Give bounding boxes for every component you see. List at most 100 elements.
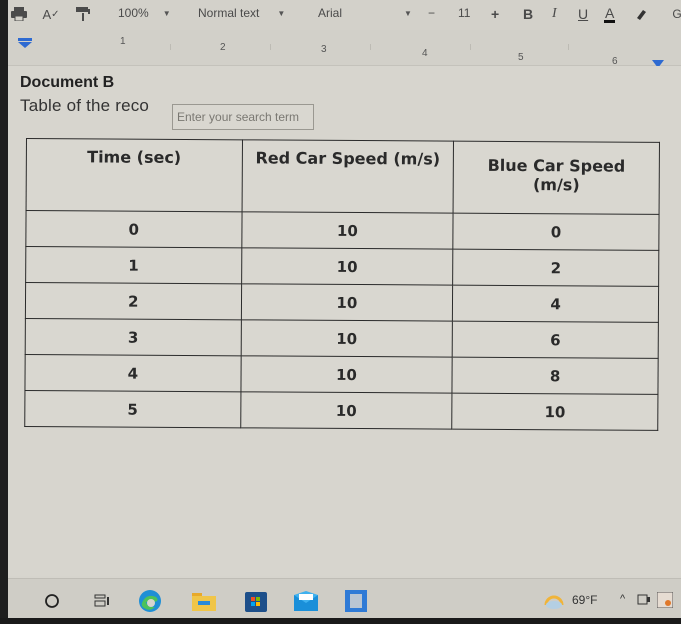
table-row: 0 10 0	[25, 210, 660, 251]
cell-blue-speed: 10	[451, 393, 658, 431]
ruler-number: 3	[321, 44, 327, 55]
italic-button[interactable]: I	[552, 6, 557, 22]
font-size-input[interactable]: 11	[458, 6, 470, 20]
link-button[interactable]: G	[668, 6, 681, 22]
ruler-number: 1	[120, 36, 126, 47]
ruler-number: 4	[422, 48, 428, 59]
ruler-tick	[568, 44, 569, 50]
table-row: 5 10 10	[24, 390, 658, 431]
cell-time: 3	[25, 318, 241, 356]
cell-red-speed: 10	[240, 319, 453, 358]
photo-app-button[interactable]	[344, 589, 368, 613]
cell-blue-speed: 0	[453, 213, 660, 251]
task-view-button[interactable]	[90, 589, 114, 613]
photo-app-icon	[345, 590, 367, 612]
increase-font-size-button[interactable]: +	[491, 6, 499, 22]
bold-button[interactable]: B	[523, 6, 533, 22]
ruler[interactable]: 1 2 3 4 5 6	[8, 30, 681, 68]
indent-marker-icon[interactable]	[18, 38, 32, 48]
bold-icon: B	[523, 6, 534, 22]
partly-cloudy-icon	[544, 595, 564, 609]
document-title: Document B	[20, 74, 115, 91]
table-row: 2 10 4	[25, 282, 659, 323]
font-size-value: 11	[458, 6, 471, 20]
paint-format-button[interactable]	[74, 6, 92, 22]
document-page: Document B Table of the reco Time (sec) …	[8, 66, 681, 576]
print-button[interactable]	[10, 6, 28, 22]
search-button[interactable]	[40, 589, 64, 613]
screen-bezel-bottom	[0, 618, 681, 624]
ruler-tick	[170, 44, 171, 50]
cell-blue-speed: 2	[452, 249, 659, 287]
edge-icon	[139, 590, 161, 612]
weather-temperature[interactable]: 69°F	[572, 593, 597, 607]
font-select[interactable]: Arial ▼	[318, 6, 412, 20]
cell-blue-speed: 8	[452, 357, 659, 395]
show-hidden-icons-chevron-up-icon[interactable]: ^	[620, 593, 625, 605]
ruler-number: 2	[220, 42, 226, 53]
print-icon	[10, 6, 28, 22]
mail-icon	[294, 591, 318, 611]
file-explorer-icon	[192, 593, 216, 611]
header-red-car-speed: Red Car Speed (m/s)	[241, 139, 454, 214]
text-color-icon: A	[604, 5, 616, 23]
table-row: 4 10 8	[24, 354, 659, 395]
notification-app-button[interactable]	[656, 591, 674, 609]
highlight-pen-icon	[632, 6, 650, 22]
ruler-number: 5	[518, 52, 524, 63]
decrease-font-size-button[interactable]: −	[428, 6, 435, 20]
plus-icon: +	[491, 6, 500, 22]
chevron-down-icon: ▼	[162, 8, 171, 18]
speed-table: Time (sec) Red Car Speed (m/s) Blue Car …	[24, 138, 660, 431]
document-subtitle: Table of the reco	[20, 96, 150, 115]
cell-time: 5	[24, 390, 241, 428]
zoom-select[interactable]: 100% ▼	[118, 6, 171, 20]
cell-time: 0	[25, 210, 242, 248]
mail-button[interactable]	[294, 589, 318, 613]
chevron-down-icon: ▼	[277, 8, 286, 18]
meet-now-button[interactable]	[636, 591, 652, 607]
underline-button[interactable]: U	[578, 6, 588, 22]
minus-icon: −	[428, 6, 436, 20]
paint-format-icon	[74, 6, 92, 22]
text-color-button[interactable]: A	[604, 5, 616, 23]
cell-blue-speed: 6	[452, 321, 659, 359]
cell-time: 2	[25, 282, 242, 320]
table-row: 1 10 2	[25, 246, 659, 287]
spellcheck-icon: A ✓	[42, 6, 60, 22]
chevron-down-icon: ▼	[404, 8, 412, 18]
ruler-tick	[370, 44, 371, 50]
underline-icon: U	[578, 6, 589, 22]
cell-red-speed: 10	[240, 283, 453, 322]
file-explorer-button[interactable]	[192, 589, 216, 613]
cell-blue-speed: 4	[452, 285, 659, 323]
ruler-tick	[270, 44, 271, 50]
header-blue-car-speed: Blue Car Speed (m/s)	[453, 141, 660, 215]
font-value: Arial	[318, 6, 343, 20]
header-time: Time (sec)	[26, 138, 243, 212]
spellcheck-button[interactable]: A ✓	[42, 6, 60, 22]
paragraph-style-select[interactable]: Normal text ▼	[198, 6, 285, 20]
cell-time: 1	[25, 246, 242, 284]
microsoft-store-button[interactable]	[244, 589, 268, 613]
link-icon: G	[672, 7, 681, 21]
cell-red-speed: 10	[241, 211, 454, 250]
cell-time: 4	[24, 354, 241, 392]
italic-icon: I	[552, 6, 557, 21]
screen-bezel	[0, 0, 8, 624]
zoom-value: 100%	[118, 6, 149, 20]
user-app-icon	[657, 592, 673, 608]
weather-widget[interactable]	[542, 589, 566, 613]
task-view-icon	[94, 594, 109, 607]
search-input[interactable]	[172, 104, 314, 130]
paragraph-style-value: Normal text	[198, 6, 260, 20]
ruler-tick	[470, 44, 471, 50]
cell-red-speed: 10	[241, 247, 454, 286]
microsoft-store-icon	[245, 592, 267, 612]
edge-button[interactable]	[138, 589, 162, 613]
highlight-button[interactable]	[632, 6, 650, 22]
cell-red-speed: 10	[240, 355, 453, 394]
formatting-toolbar: A ✓ 100% ▼ Normal text ▼ Arial ▼ − 11 + B…	[8, 0, 681, 30]
cell-red-speed: 10	[240, 391, 453, 430]
table-header-row: Time (sec) Red Car Speed (m/s) Blue Car …	[26, 138, 660, 215]
